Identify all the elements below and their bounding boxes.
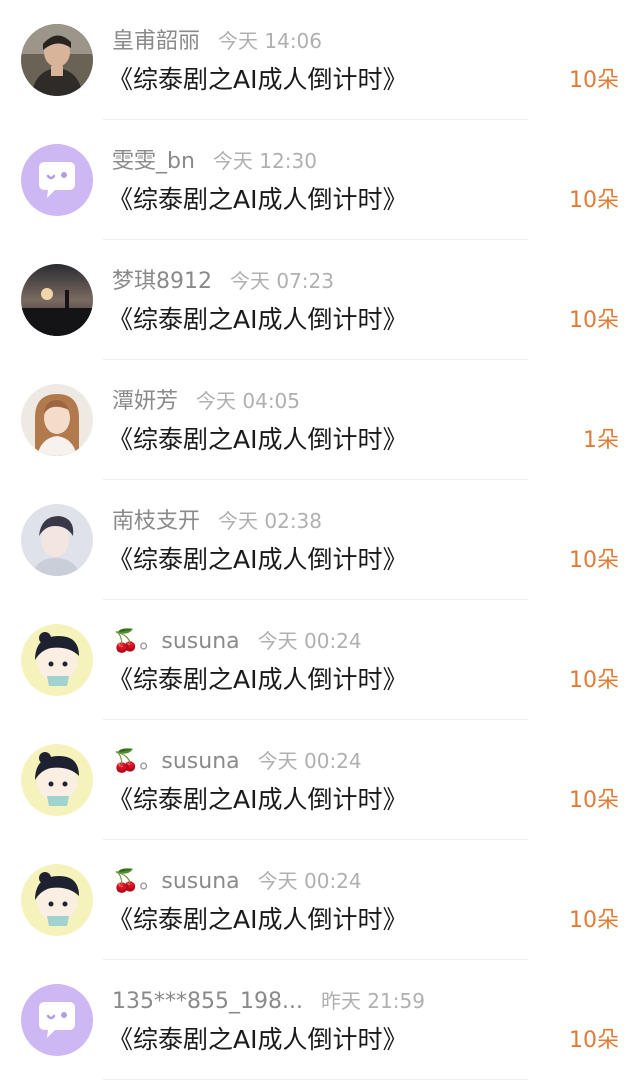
work-title[interactable]: 《综泰剧之AI成人倒计时》 — [108, 302, 407, 338]
work-title[interactable]: 《综泰剧之AI成人倒计时》 — [108, 422, 407, 458]
default-chat-bubble-icon[interactable] — [21, 984, 93, 1056]
work-title[interactable]: 《综泰剧之AI成人倒计时》 — [108, 1022, 407, 1058]
flower-count: 10朵 — [569, 308, 619, 333]
photo-anime-boy-icon[interactable] — [21, 504, 93, 576]
default-chat-bubble-icon[interactable] — [21, 144, 93, 216]
cartoon-boy-icon[interactable] — [21, 624, 93, 696]
list-item[interactable]: 🍒。susuna 今天 00:24 《综泰剧之AI成人倒计时》 10朵 — [0, 840, 640, 960]
username[interactable]: 🍒。susuna — [112, 869, 240, 894]
list-item[interactable]: 南枝支开 今天 02:38 《综泰剧之AI成人倒计时》 10朵 — [0, 480, 640, 600]
photo-man-icon[interactable] — [21, 24, 93, 96]
photo-sunset-icon[interactable] — [21, 264, 93, 336]
gift-record-list: 皇甫韶丽 今天 14:06 《综泰剧之AI成人倒计时》 10朵 雯雯_bn 今天 1… — [0, 0, 640, 1087]
flower-count: 10朵 — [569, 68, 619, 93]
list-item[interactable]: 梦琪8912 今天 07:23 《综泰剧之AI成人倒计时》 10朵 — [0, 240, 640, 360]
list-item[interactable]: 皇甫韶丽 今天 14:06 《综泰剧之AI成人倒计时》 10朵 — [0, 0, 640, 120]
timestamp: 今天 07:23 — [230, 269, 334, 293]
username[interactable]: 梦琪8912 — [112, 269, 212, 294]
list-item[interactable]: 🍒。susuna 今天 00:24 《综泰剧之AI成人倒计时》 10朵 — [0, 600, 640, 720]
flower-count: 10朵 — [569, 788, 619, 813]
list-item[interactable]: 🍒。susuna 今天 00:24 《综泰剧之AI成人倒计时》 10朵 — [0, 720, 640, 840]
username[interactable]: 潭妍芳 — [112, 389, 178, 414]
username[interactable]: 雯雯_bn — [112, 149, 195, 174]
divider — [103, 1079, 528, 1080]
flower-count: 1朵 — [583, 428, 619, 453]
cartoon-boy-icon[interactable] — [21, 744, 93, 816]
work-title[interactable]: 《综泰剧之AI成人倒计时》 — [108, 902, 407, 938]
cartoon-boy-icon[interactable] — [21, 864, 93, 936]
username[interactable]: 135***855_198... — [112, 989, 303, 1014]
flower-count: 10朵 — [569, 188, 619, 213]
timestamp: 今天 00:24 — [257, 869, 362, 893]
timestamp: 今天 12:30 — [212, 149, 317, 173]
username[interactable]: 🍒。susuna — [112, 629, 240, 654]
username[interactable]: 🍒。susuna — [112, 749, 240, 774]
work-title[interactable]: 《综泰剧之AI成人倒计时》 — [108, 542, 407, 578]
timestamp: 今天 02:38 — [218, 509, 323, 533]
flower-count: 10朵 — [569, 1028, 619, 1053]
work-title[interactable]: 《综泰剧之AI成人倒计时》 — [108, 662, 407, 698]
work-title[interactable]: 《综泰剧之AI成人倒计时》 — [108, 782, 407, 818]
photo-girl-icon[interactable] — [21, 384, 93, 456]
username[interactable]: 皇甫韶丽 — [112, 29, 200, 54]
flower-count: 10朵 — [569, 548, 619, 573]
username[interactable]: 南枝支开 — [112, 509, 200, 534]
work-title[interactable]: 《综泰剧之AI成人倒计时》 — [108, 62, 407, 98]
list-item[interactable]: 雯雯_bn 今天 12:30 《综泰剧之AI成人倒计时》 10朵 — [0, 120, 640, 240]
timestamp: 今天 00:24 — [257, 749, 362, 773]
list-item[interactable]: 潭妍芳 今天 04:05 《综泰剧之AI成人倒计时》 1朵 — [0, 360, 640, 480]
timestamp: 昨天 21:59 — [320, 989, 425, 1013]
list-item[interactable]: 135***855_198... 昨天 21:59 《综泰剧之AI成人倒计时》 1… — [0, 960, 640, 1080]
timestamp: 今天 14:06 — [218, 29, 323, 53]
flower-count: 10朵 — [569, 668, 619, 693]
work-title[interactable]: 《综泰剧之AI成人倒计时》 — [108, 182, 407, 218]
timestamp: 今天 00:24 — [257, 629, 362, 653]
flower-count: 10朵 — [569, 908, 619, 933]
timestamp: 今天 04:05 — [196, 389, 301, 413]
